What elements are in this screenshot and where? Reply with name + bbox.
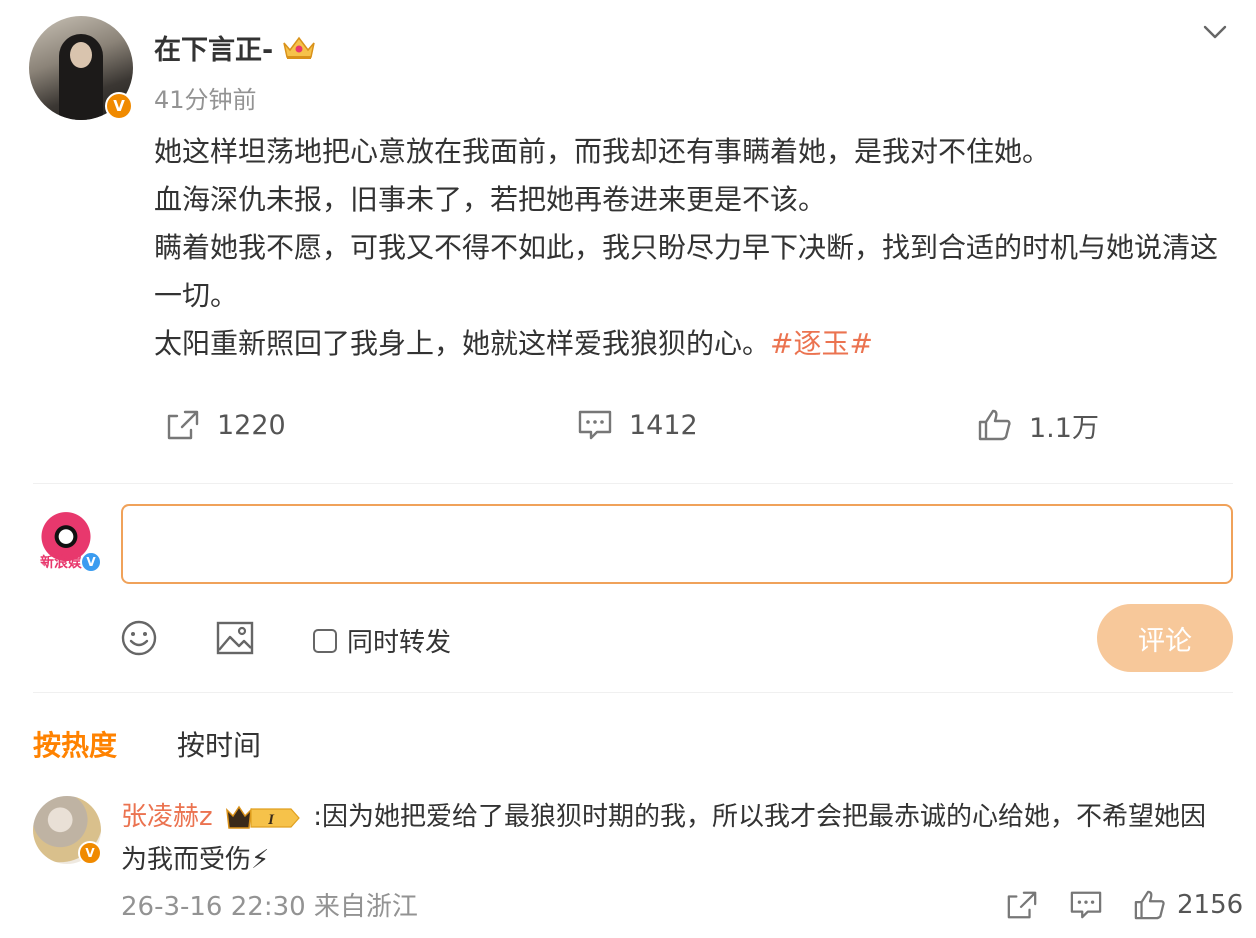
post-timestamp[interactable]: 41分钟前	[154, 80, 257, 115]
repost-icon	[1007, 891, 1037, 919]
like-button[interactable]: 1.1万	[977, 400, 1099, 450]
repost-icon	[167, 410, 199, 440]
post-line: 血海深仇未报，旧事未了，若把她再卷进来更是不该。	[154, 183, 827, 216]
divider	[33, 692, 1233, 693]
comment-button[interactable]: 1412	[577, 400, 698, 450]
verified-badge-icon: V	[105, 92, 133, 120]
repost-count: 1220	[217, 409, 286, 441]
comment-meta: 26-3-16 22:30 来自浙江	[121, 892, 418, 922]
author-name-text[interactable]: 在下言正-	[154, 28, 273, 67]
comment-input[interactable]	[121, 504, 1233, 584]
repost-checkbox-label: 同时转发	[347, 628, 452, 658]
author-name[interactable]: 在下言正-	[154, 28, 317, 67]
verified-blue-icon: V	[80, 551, 102, 573]
repost-button[interactable]: 1220	[165, 400, 286, 450]
post-line: 她这样坦荡地把心意放在我面前，而我却还有事瞒着她，是我对不住她。	[154, 135, 1051, 168]
verified-badge-icon: V	[78, 841, 102, 865]
comment-like-button[interactable]: 2156	[1133, 886, 1243, 924]
post-line: 瞒着她我不愿，可我又不得不如此，我只盼尽力早下决断，找到合适的时机与她说清这一切…	[154, 231, 1219, 312]
repost-checkbox[interactable]: 同时转发	[313, 622, 451, 659]
submit-comment-button[interactable]: 评论	[1097, 604, 1233, 672]
comment-content: 张凌赫z I :因为她把爱给了最狼狈时期的我，所以我才会把最赤诚的心给她，不希望…	[121, 796, 1221, 882]
commenter-name[interactable]: 张凌赫z	[121, 802, 213, 832]
level-text: I	[267, 812, 275, 828]
fan-level-badge-icon: I	[225, 805, 300, 829]
crown-icon	[283, 36, 315, 59]
comment-count: 1412	[629, 409, 698, 441]
like-icon	[1134, 890, 1165, 920]
checkbox-box[interactable]	[313, 628, 337, 653]
hashtag-link[interactable]: #逐玉#	[770, 327, 873, 360]
post-body: 她这样坦荡地把心意放在我面前，而我却还有事瞒着她，是我对不住她。 血海深仇未报，…	[154, 128, 1239, 368]
divider	[33, 483, 1233, 484]
comment-like-count: 2156	[1177, 890, 1244, 920]
comment-icon	[1070, 891, 1102, 919]
like-count: 1.1万	[1029, 412, 1099, 444]
tab-sort-hot[interactable]: 按热度	[33, 724, 117, 764]
tab-sort-time[interactable]: 按时间	[177, 724, 261, 764]
chevron-down-icon[interactable]	[1198, 18, 1232, 46]
post-line: 太阳重新照回了我身上，她就这样爱我狼狈的心。#逐玉#	[154, 320, 1239, 368]
image-icon[interactable]	[215, 618, 255, 658]
like-icon	[978, 409, 1011, 441]
comment-repost-button[interactable]	[1005, 886, 1039, 924]
emoji-icon[interactable]	[119, 618, 159, 658]
comment-icon	[578, 410, 612, 440]
avatar-text: 新浪娱	[40, 555, 82, 571]
avatar-face	[70, 42, 92, 68]
post-line-text: 太阳重新照回了我身上，她就这样爱我狼狈的心。	[154, 327, 771, 360]
comment-reply-button[interactable]	[1069, 886, 1103, 924]
